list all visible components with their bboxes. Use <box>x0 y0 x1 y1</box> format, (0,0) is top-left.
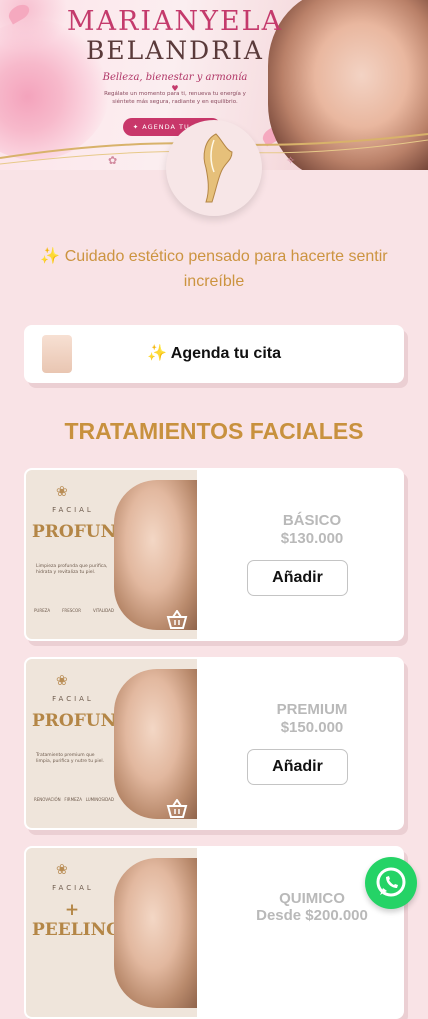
product-image-features: PUREZA FRESCOR VITALIDAD <box>34 608 114 613</box>
product-image-headline: PROFUNDO <box>32 522 146 542</box>
product-image[interactable]: ❀ FACIAL PROFUNDO Limpieza profunda que … <box>26 470 197 639</box>
lotus-icon: ✿ <box>108 154 118 167</box>
sparkle-icon: ✧ <box>286 154 296 167</box>
lotus-icon: ❀ <box>56 862 68 878</box>
treatment-photo <box>114 669 197 819</box>
feature-label: RENOVACIÓN <box>34 797 61 802</box>
product-image-description: Limpieza profunda que purifica, hidrata … <box>36 564 108 575</box>
product-image-kicker: FACIAL <box>52 884 94 892</box>
product-price: $130.000 <box>280 530 344 547</box>
brand-logo <box>166 120 262 216</box>
feature-label: FRESCOR <box>62 608 81 613</box>
product-name: PREMIUM <box>276 701 348 718</box>
product-card: ❀ FACIAL + PEELING QUIMICO Desde $200.00… <box>24 846 404 1019</box>
whatsapp-icon <box>376 867 406 897</box>
book-appointment-bar[interactable]: ✨ Agenda tu cita <box>24 325 404 383</box>
product-price: $150.000 <box>280 719 344 736</box>
slogan-line: ✨ Cuidado estético pensado para hacerte … <box>40 248 388 290</box>
face-silhouette-logo-icon <box>203 133 233 203</box>
lotus-icon: ❀ <box>56 484 68 500</box>
whatsapp-button[interactable] <box>365 857 417 909</box>
hero-surname: BELANDRIA <box>86 36 264 65</box>
hero-name: MARIANYELA <box>66 6 284 37</box>
product-image-kicker: FACIAL <box>52 695 94 703</box>
basket-icon[interactable] <box>166 609 188 635</box>
feature-label: VITALIDAD <box>92 608 114 613</box>
product-image-features: RENOVACIÓN FIRMEZA LUMINOSIDAD <box>34 797 114 802</box>
book-appointment-label[interactable]: ✨ Agenda tu cita <box>24 325 404 383</box>
add-to-cart-button[interactable]: Añadir <box>247 749 348 785</box>
feature-label: FIRMEZA <box>64 797 83 802</box>
section-title: TRATAMIENTOS FACIALES <box>64 418 364 444</box>
lotus-icon: ❀ <box>56 673 68 689</box>
treatment-photo <box>114 480 197 630</box>
product-card: ❀ FACIAL PROFUNDO Limpieza profunda que … <box>24 468 404 641</box>
feature-label: LUMINOSIDAD <box>85 797 114 802</box>
product-card: ❀ FACIAL PROFUNDO Tratamiento premium qu… <box>24 657 404 830</box>
treatment-photo <box>114 858 197 1008</box>
product-image-description: Tratamiento premium que limpia, purifica… <box>36 753 105 764</box>
hero-tagline: Belleza, bienestar y armonía <box>102 72 248 83</box>
product-image[interactable]: ❀ FACIAL + PEELING <box>26 848 197 1017</box>
product-image[interactable]: ❀ FACIAL PROFUNDO Tratamiento premium qu… <box>26 659 197 828</box>
hero-subtitle: Regálate un momento para ti, renueva tu … <box>104 91 246 105</box>
basket-icon[interactable] <box>166 798 188 824</box>
slogan-text: ✨ Cuidado estético pensado para hacerte … <box>0 244 428 294</box>
feature-label: PUREZA <box>34 608 51 613</box>
product-price: Desde $200.000 <box>256 907 368 924</box>
add-to-cart-button[interactable]: Añadir <box>247 560 348 596</box>
product-image-headline: + PEELING <box>32 900 121 940</box>
product-image-headline: PROFUNDO <box>32 711 146 731</box>
product-name: BÁSICO <box>282 512 342 529</box>
product-image-kicker: FACIAL <box>52 506 94 514</box>
